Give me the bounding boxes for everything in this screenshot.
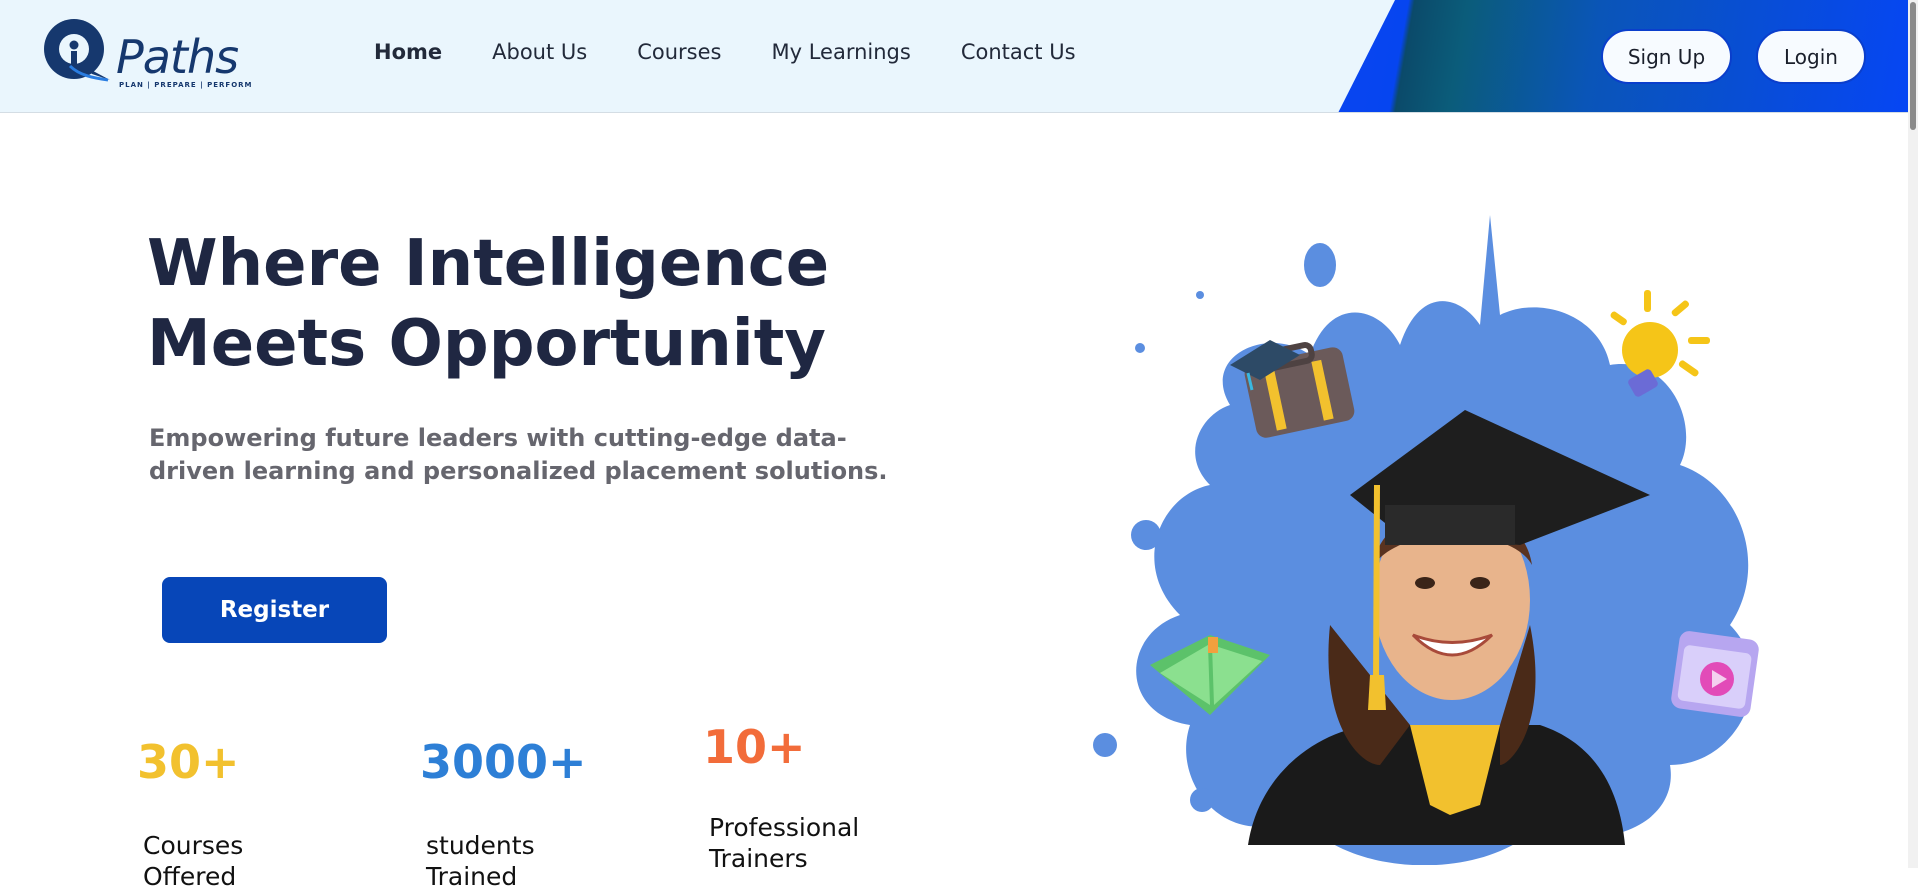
hero-title-line2: Meets Opportunity xyxy=(147,307,826,381)
scrollbar-thumb[interactable] xyxy=(1910,2,1916,130)
site-header: Paths PLAN | PREPARE | PERFORM Home Abou… xyxy=(0,0,1908,113)
nav-courses[interactable]: Courses xyxy=(637,40,721,64)
hero-subtitle: Empowering future leaders with cutting-e… xyxy=(149,424,888,485)
stat-trainers-value: 10+ xyxy=(703,720,806,774)
brand-name: Paths xyxy=(116,30,239,84)
stat-courses-value: 30+ xyxy=(137,735,240,789)
nav-contact-us[interactable]: Contact Us xyxy=(961,40,1076,64)
main-nav: Home About Us Courses My Learnings Conta… xyxy=(374,40,1126,64)
hero-illustration xyxy=(1093,215,1759,865)
page-scrollbar[interactable] xyxy=(1908,0,1918,868)
stat-value: 3000+ xyxy=(420,735,587,789)
nav-about-us[interactable]: About Us xyxy=(492,40,587,64)
video-play-icon xyxy=(1671,631,1759,717)
login-button[interactable]: Login xyxy=(1756,29,1866,84)
hero-title-line1: Where Intelligence xyxy=(147,227,830,301)
stat-value: 10+ xyxy=(703,720,806,774)
nav-my-learnings[interactable]: My Learnings xyxy=(771,40,910,64)
stat-label: students Trained xyxy=(426,831,535,891)
sign-up-button[interactable]: Sign Up xyxy=(1601,29,1732,84)
register-button[interactable]: Register xyxy=(162,577,387,643)
hero-title: Where Intelligence Meets Opportunity xyxy=(147,224,907,384)
brand-tagline: PLAN | PREPARE | PERFORM xyxy=(119,81,253,89)
stat-label: Courses Offered xyxy=(143,831,244,891)
brand-logo[interactable]: Paths PLAN | PREPARE | PERFORM xyxy=(40,16,253,96)
nav-home[interactable]: Home xyxy=(374,40,442,64)
stat-students-value: 3000+ xyxy=(420,735,587,789)
stat-label: Professional Trainers xyxy=(709,813,860,873)
logo-mark-icon xyxy=(44,19,110,82)
stat-value: 30+ xyxy=(137,735,240,789)
